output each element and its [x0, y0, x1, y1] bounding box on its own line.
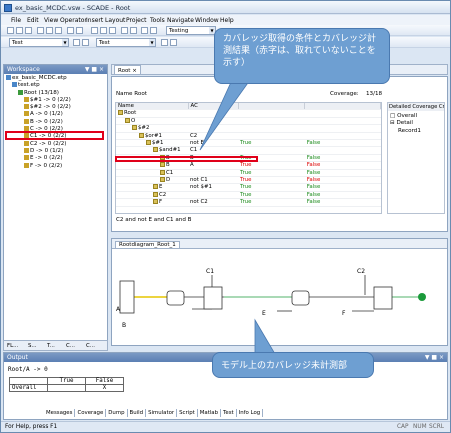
callout-coverage-result: カバレッジ取得の条件とカバレッジ計測結果（赤字は、取れていないことを示す）	[214, 28, 390, 84]
callout-uncovered-part: モデル上のカバレッジ未計測部	[212, 352, 374, 378]
